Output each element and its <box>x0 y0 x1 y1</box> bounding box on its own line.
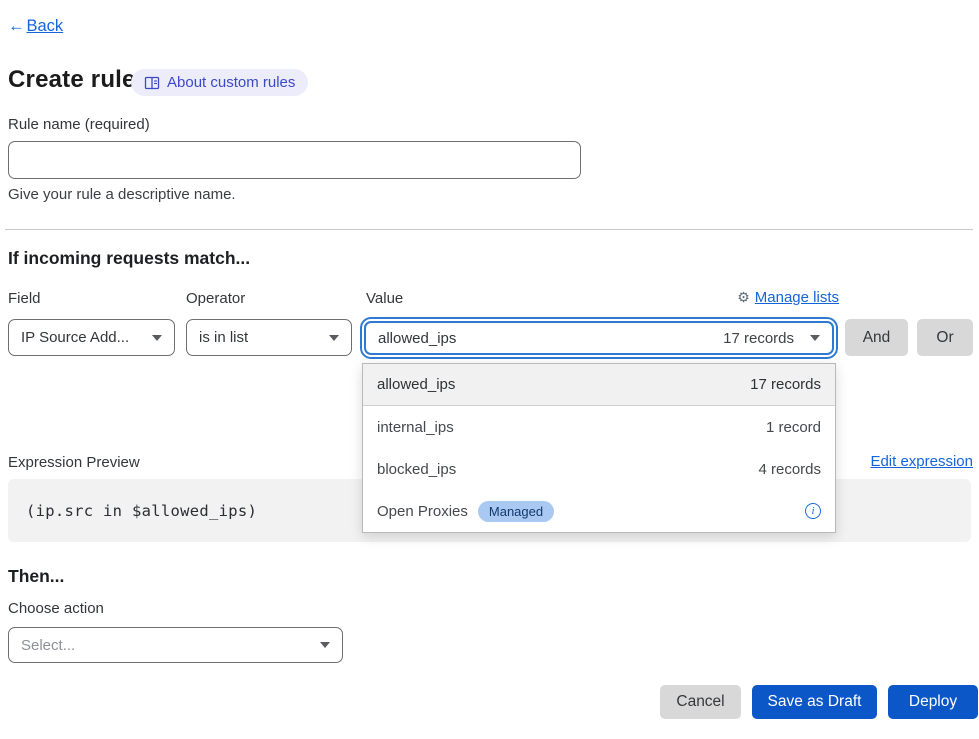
value-dropdown-menu: allowed_ips 17 records internal_ips 1 re… <box>362 363 836 533</box>
back-label: Back <box>27 17 64 36</box>
section-divider <box>5 229 973 230</box>
field-label: Field <box>8 290 41 307</box>
about-custom-rules-link[interactable]: About custom rules <box>131 69 308 96</box>
manage-lists-link[interactable]: ⚙ Manage lists <box>737 289 839 306</box>
field-select-value: IP Source Add... <box>21 329 129 346</box>
field-select[interactable]: IP Source Add... <box>8 319 175 356</box>
list-item-name: Open Proxies <box>377 503 468 520</box>
list-item-allowed-ips[interactable]: allowed_ips 17 records <box>363 364 835 406</box>
action-select[interactable]: Select... <box>8 627 343 663</box>
about-badge-label: About custom rules <box>167 74 295 91</box>
rule-name-input[interactable] <box>8 141 581 179</box>
chevron-down-icon <box>320 642 330 648</box>
value-select-records: 17 records <box>723 330 794 347</box>
list-item-blocked-ips[interactable]: blocked_ips 4 records <box>363 448 835 490</box>
save-as-draft-button[interactable]: Save as Draft <box>752 685 877 719</box>
and-button[interactable]: And <box>845 319 908 356</box>
rule-name-label: Rule name (required) <box>8 116 150 133</box>
back-arrow-icon: ← <box>8 17 25 36</box>
expression-code: (ip.src in $allowed_ips) <box>26 502 257 520</box>
chevron-down-icon <box>152 335 162 341</box>
book-icon <box>144 75 160 91</box>
list-item-internal-ips[interactable]: internal_ips 1 record <box>363 406 835 448</box>
managed-badge: Managed <box>478 501 554 522</box>
info-icon[interactable]: i <box>805 503 821 519</box>
operator-select[interactable]: is in list <box>186 319 352 356</box>
chevron-down-icon <box>810 335 820 341</box>
edit-expression-link[interactable]: Edit expression <box>870 453 973 470</box>
action-select-placeholder: Select... <box>21 637 75 654</box>
create-rule-page: ←Back Create rule About custom rules Rul… <box>0 0 979 739</box>
then-section-heading: Then... <box>8 566 64 587</box>
value-select-value: allowed_ips <box>378 330 456 347</box>
manage-lists-label: Manage lists <box>755 289 839 306</box>
or-button[interactable]: Or <box>917 319 973 356</box>
list-item-name: allowed_ips <box>377 376 455 393</box>
list-item-records: 1 record <box>766 419 821 436</box>
list-item-name: internal_ips <box>377 419 454 436</box>
gear-icon: ⚙ <box>737 289 750 306</box>
back-link[interactable]: ←Back <box>8 17 63 36</box>
expression-preview-label: Expression Preview <box>8 454 140 471</box>
list-item-records: 17 records <box>750 376 821 393</box>
match-section-heading: If incoming requests match... <box>8 248 250 269</box>
operator-select-value: is in list <box>199 329 248 346</box>
value-label: Value <box>366 290 403 307</box>
cancel-button[interactable]: Cancel <box>660 685 741 719</box>
page-title: Create rule <box>8 66 136 94</box>
list-item-open-proxies[interactable]: Open Proxies Managed i <box>363 490 835 532</box>
list-item-records: 4 records <box>758 461 821 478</box>
rule-name-helper: Give your rule a descriptive name. <box>8 186 236 203</box>
operator-label: Operator <box>186 290 245 307</box>
value-select[interactable]: allowed_ips 17 records <box>364 321 834 355</box>
chevron-down-icon <box>329 335 339 341</box>
choose-action-label: Choose action <box>8 600 104 617</box>
list-item-name: blocked_ips <box>377 461 456 478</box>
deploy-button[interactable]: Deploy <box>888 685 978 719</box>
